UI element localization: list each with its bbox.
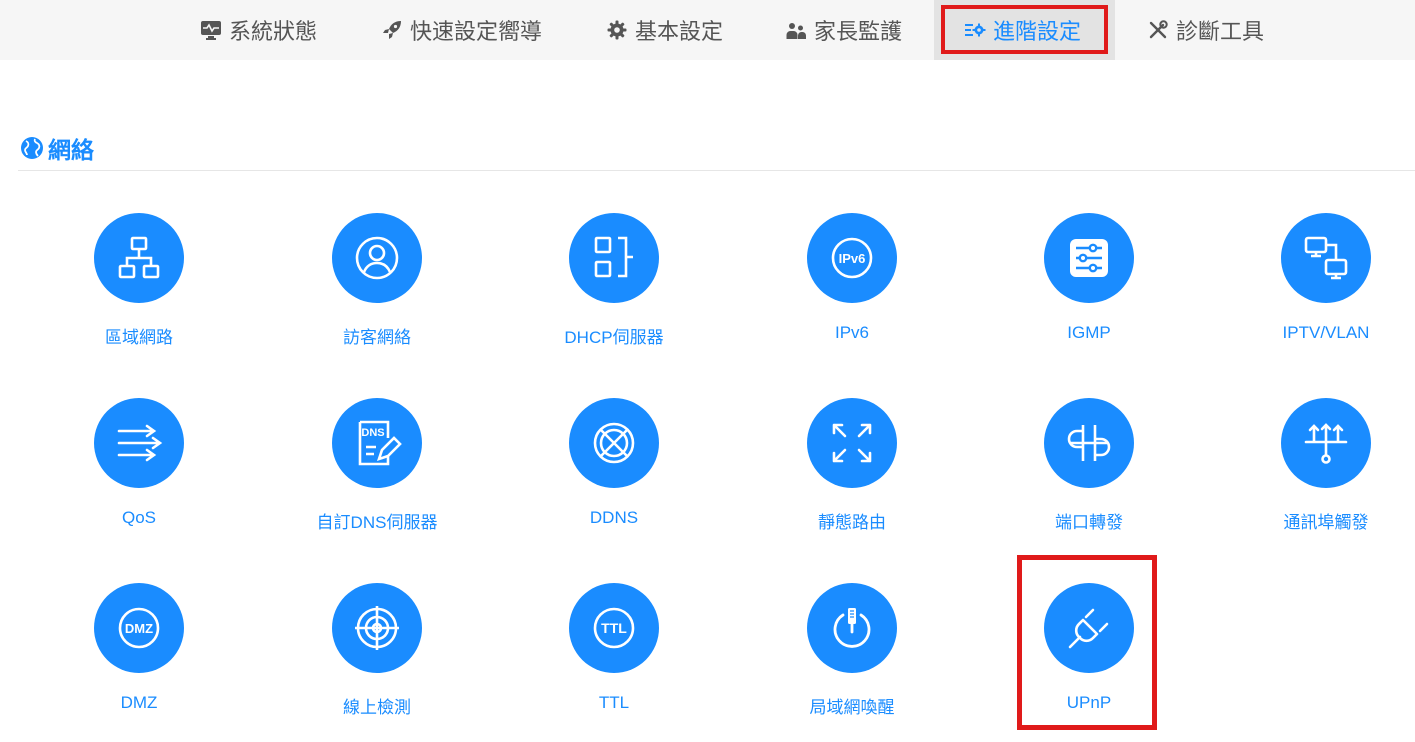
nav-diagnostic-tools[interactable]: 診斷工具 bbox=[1147, 0, 1264, 60]
nav-advanced-settings[interactable]: 進階設定 bbox=[934, 0, 1115, 60]
ttl-icon: TTL bbox=[569, 583, 659, 673]
nav-quick-setup[interactable]: 快速設定嚮導 bbox=[381, 0, 542, 60]
nav-label: 系統狀態 bbox=[229, 19, 318, 44]
nav-label: 進階設定 bbox=[993, 19, 1082, 44]
globe-icon bbox=[21, 137, 43, 159]
nav-system-status[interactable]: 系統狀態 bbox=[200, 0, 317, 60]
tile-ttl[interactable]: TTL TTL bbox=[534, 583, 694, 733]
arrows-right-icon bbox=[94, 398, 184, 488]
section-title: 網絡 bbox=[48, 137, 94, 163]
tile-label: DDNS bbox=[589, 508, 639, 527]
tile-label: QoS bbox=[121, 508, 157, 527]
tile-igmp[interactable]: IGMP bbox=[1009, 213, 1169, 363]
port-trigger-icon bbox=[1281, 398, 1371, 488]
tile-custom-dns[interactable]: DNS 自訂DNS伺服器 bbox=[297, 398, 457, 548]
tile-label: IPTV/VLAN bbox=[1282, 323, 1370, 342]
port-forward-icon bbox=[1044, 398, 1134, 488]
tile-wake-on-lan[interactable]: 局域網喚醒 bbox=[772, 583, 932, 733]
tile-ipv6[interactable]: IPv6 IPv6 bbox=[772, 213, 932, 363]
expand-arrows-icon bbox=[807, 398, 897, 488]
nav-label: 快速設定嚮導 bbox=[410, 19, 543, 44]
tile-label: 訪客網絡 bbox=[343, 328, 411, 347]
monitors-icon bbox=[1281, 213, 1371, 303]
ipv6-icon: IPv6 bbox=[807, 213, 897, 303]
dmz-icon: DMZ bbox=[94, 583, 184, 673]
advanced-settings-icon bbox=[964, 19, 986, 41]
tile-dmz[interactable]: DMZ DMZ bbox=[59, 583, 219, 733]
tile-port-forwarding[interactable]: 端口轉發 bbox=[1009, 398, 1169, 548]
tile-dhcp-server[interactable]: DHCP伺服器 bbox=[534, 213, 694, 363]
guest-user-icon bbox=[332, 213, 422, 303]
svg-text:DMZ: DMZ bbox=[125, 621, 153, 636]
tile-label: TTL bbox=[598, 693, 630, 712]
tile-label: DMZ bbox=[120, 693, 158, 712]
tile-label: 端口轉發 bbox=[1055, 513, 1123, 532]
tile-lan[interactable]: 區域網路 bbox=[59, 213, 219, 363]
tools-icon bbox=[1147, 19, 1169, 41]
globe-grid-icon bbox=[569, 398, 659, 488]
lan-topology-icon bbox=[94, 213, 184, 303]
dhcp-icon bbox=[569, 213, 659, 303]
tile-label: 局域網喚醒 bbox=[809, 698, 895, 717]
gear-icon bbox=[606, 19, 628, 41]
tile-label: IGMP bbox=[1067, 323, 1111, 342]
svg-text:DNS: DNS bbox=[361, 427, 384, 439]
section-divider bbox=[18, 170, 1415, 171]
tile-label: UPnP bbox=[1066, 693, 1112, 712]
nav-label: 家長監護 bbox=[814, 19, 903, 44]
tile-label: 靜態路由 bbox=[818, 513, 886, 532]
nav-label: 診斷工具 bbox=[1176, 19, 1265, 44]
monitor-heartbeat-icon bbox=[200, 19, 222, 41]
tile-label: 線上檢測 bbox=[343, 698, 411, 717]
tile-upnp[interactable]: UPnP bbox=[1009, 583, 1169, 733]
svg-text:IPv6: IPv6 bbox=[839, 251, 866, 266]
tile-label: 通訊埠觸發 bbox=[1283, 513, 1369, 532]
dns-document-icon: DNS bbox=[332, 398, 422, 488]
tile-label: DHCP伺服器 bbox=[564, 328, 664, 347]
users-icon bbox=[785, 19, 807, 41]
tile-guest-network[interactable]: 訪客網絡 bbox=[297, 213, 457, 363]
nav-parental-control[interactable]: 家長監護 bbox=[785, 0, 902, 60]
tile-iptv-vlan[interactable]: IPTV/VLAN bbox=[1246, 213, 1406, 363]
tile-label: IPv6 bbox=[834, 323, 870, 342]
nav-basic-settings[interactable]: 基本設定 bbox=[606, 0, 723, 60]
nav-label: 基本設定 bbox=[635, 19, 724, 44]
section-header: 網絡 bbox=[20, 131, 94, 165]
sliders-icon bbox=[1044, 213, 1134, 303]
tile-static-route[interactable]: 靜態路由 bbox=[772, 398, 932, 548]
top-nav: 系統狀態 快速設定嚮導 基本設定 家長監護 進階設定 診斷工具 bbox=[0, 0, 1415, 60]
power-wake-icon bbox=[807, 583, 897, 673]
rocket-icon bbox=[381, 19, 403, 41]
target-radar-icon bbox=[332, 583, 422, 673]
tile-online-detection[interactable]: 線上檢測 bbox=[297, 583, 457, 733]
plug-icon bbox=[1044, 583, 1134, 673]
tile-label: 自訂DNS伺服器 bbox=[316, 513, 438, 532]
tile-label: 區域網路 bbox=[105, 328, 173, 347]
svg-text:TTL: TTL bbox=[601, 620, 627, 636]
tile-port-triggering[interactable]: 通訊埠觸發 bbox=[1246, 398, 1406, 548]
tile-qos[interactable]: QoS bbox=[59, 398, 219, 548]
tile-ddns[interactable]: DDNS bbox=[534, 398, 694, 548]
